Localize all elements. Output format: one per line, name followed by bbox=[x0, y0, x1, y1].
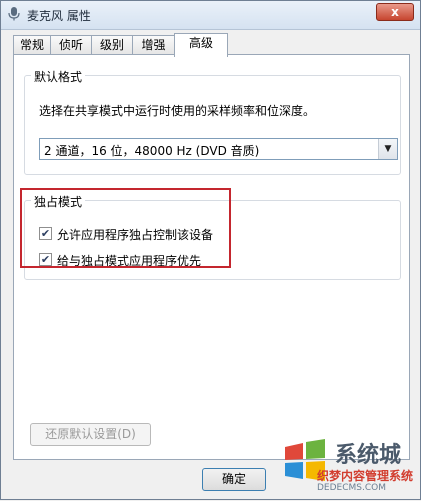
properties-window: 麦克风 属性 x 常规 侦听 级别 增强 高级 默认格式 选择在共享模式中运行时… bbox=[0, 0, 421, 500]
tab-listen[interactable]: 侦听 bbox=[50, 35, 92, 55]
watermark-cms-name: 织梦内容管理系统 bbox=[317, 469, 414, 483]
window-title: 麦克风 属性 bbox=[27, 9, 91, 23]
checkbox-exclusive-priority[interactable]: ✔ bbox=[39, 253, 52, 266]
default-format-group: 默认格式 选择在共享模式中运行时使用的采样频率和位深度。 2 通道，16 位，4… bbox=[24, 68, 401, 175]
tab-general[interactable]: 常规 bbox=[13, 35, 51, 55]
site-watermark: 系统城 织梦内容管理系统 DEDECMS.COM bbox=[277, 433, 421, 501]
exclusive-mode-group: 独占模式 ✔ 允许应用程序独占控制该设备 ✔ 给与独占模式应用程序优先 bbox=[24, 193, 401, 280]
tab-levels[interactable]: 级别 bbox=[91, 35, 133, 55]
watermark-site-name: 系统城 bbox=[335, 443, 402, 468]
watermark-url: DEDECMS.COM bbox=[317, 483, 386, 493]
chevron-down-icon[interactable]: ▼ bbox=[378, 139, 397, 159]
exclusive-priority-label[interactable]: 给与独占模式应用程序优先 bbox=[57, 252, 201, 269]
default-format-label: 默认格式 bbox=[31, 68, 86, 85]
tab-enhancements[interactable]: 增强 bbox=[132, 35, 175, 55]
close-button[interactable]: x bbox=[376, 3, 414, 21]
tab-advanced[interactable]: 高级 bbox=[174, 33, 228, 57]
advanced-panel: 默认格式 选择在共享模式中运行时使用的采样频率和位深度。 2 通道，16 位，4… bbox=[13, 54, 410, 460]
microphone-icon bbox=[8, 7, 20, 21]
ok-button[interactable]: 确定 bbox=[202, 468, 266, 491]
exclusive-mode-label: 独占模式 bbox=[31, 193, 86, 210]
format-select[interactable]: 2 通道，16 位，48000 Hz (DVD 音质) ▼ bbox=[39, 138, 398, 160]
title-bar[interactable]: 麦克风 属性 x bbox=[1, 1, 420, 30]
restore-defaults-button[interactable]: 还原默认设置(D) bbox=[30, 423, 151, 446]
format-select-value: 2 通道，16 位，48000 Hz (DVD 音质) bbox=[44, 144, 260, 158]
default-format-description: 选择在共享模式中运行时使用的采样频率和位深度。 bbox=[39, 104, 316, 118]
checkbox-allow-exclusive[interactable]: ✔ bbox=[39, 227, 52, 240]
allow-exclusive-label[interactable]: 允许应用程序独占控制该设备 bbox=[57, 226, 213, 243]
